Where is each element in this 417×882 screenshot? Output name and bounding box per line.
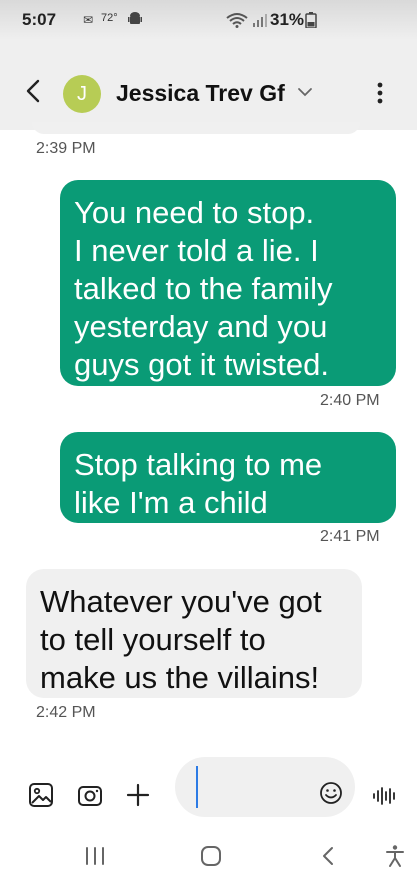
received-message-bubble[interactable]: Whatever you've got to tell yourself to … (26, 569, 362, 698)
avatar[interactable]: J (63, 75, 101, 113)
message-timestamp: 2:40 PM (320, 392, 380, 409)
message-line: Whatever you've got (40, 584, 322, 619)
battery-icon (305, 12, 317, 28)
message-line: yesterday and you (74, 309, 328, 344)
android-icon (128, 12, 142, 24)
signal-icon (253, 14, 267, 27)
text-cursor (196, 766, 198, 808)
message-line: to tell yourself to (40, 622, 266, 657)
nav-back-button[interactable] (314, 844, 344, 868)
previous-message-bubble[interactable] (32, 122, 360, 134)
battery-percent: 31% (270, 10, 305, 29)
message-line: You need to stop. (74, 195, 315, 230)
home-button[interactable] (196, 844, 226, 868)
recents-button[interactable] (80, 844, 110, 868)
compose-bar (0, 757, 417, 832)
system-navigation-bar (0, 832, 417, 882)
accessibility-button[interactable] (380, 844, 410, 868)
message-timestamp: 2:42 PM (36, 704, 96, 721)
message-line: talked to the family (74, 271, 333, 306)
message-line: Stop talking to me (74, 447, 323, 482)
status-time: 5:07 (22, 10, 57, 29)
emoji-button[interactable] (319, 781, 343, 805)
back-button[interactable] (18, 76, 48, 106)
gallery-button[interactable] (27, 781, 55, 809)
more-options-button[interactable] (370, 78, 390, 108)
status-temperature: 72° (101, 12, 118, 24)
gmail-icon: ✉ (83, 13, 94, 27)
add-attachment-button[interactable] (124, 781, 152, 809)
message-timestamp: 2:39 PM (36, 140, 96, 157)
message-timestamp: 2:41 PM (320, 528, 380, 545)
voice-input-button[interactable] (372, 784, 398, 808)
message-line: like I'm a child (74, 485, 268, 520)
sent-message-bubble[interactable]: You need to stop. I never told a lie. I … (60, 180, 396, 386)
status-bar: 5:07 ✉ 72° 31% (0, 0, 417, 40)
message-line: I never told a lie. I (74, 233, 319, 268)
message-input[interactable] (175, 757, 355, 817)
conversation-header: J Jessica Trev Gf (0, 40, 417, 130)
message-line: guys got it twisted. (74, 347, 330, 382)
camera-button[interactable] (76, 781, 104, 809)
sent-message-bubble[interactable]: Stop talking to me like I'm a child (60, 432, 396, 523)
wifi-icon (226, 13, 248, 28)
contact-name[interactable]: Jessica Trev Gf (116, 80, 285, 107)
chevron-down-icon[interactable] (296, 85, 314, 99)
message-line: make us the villains! (40, 660, 320, 695)
